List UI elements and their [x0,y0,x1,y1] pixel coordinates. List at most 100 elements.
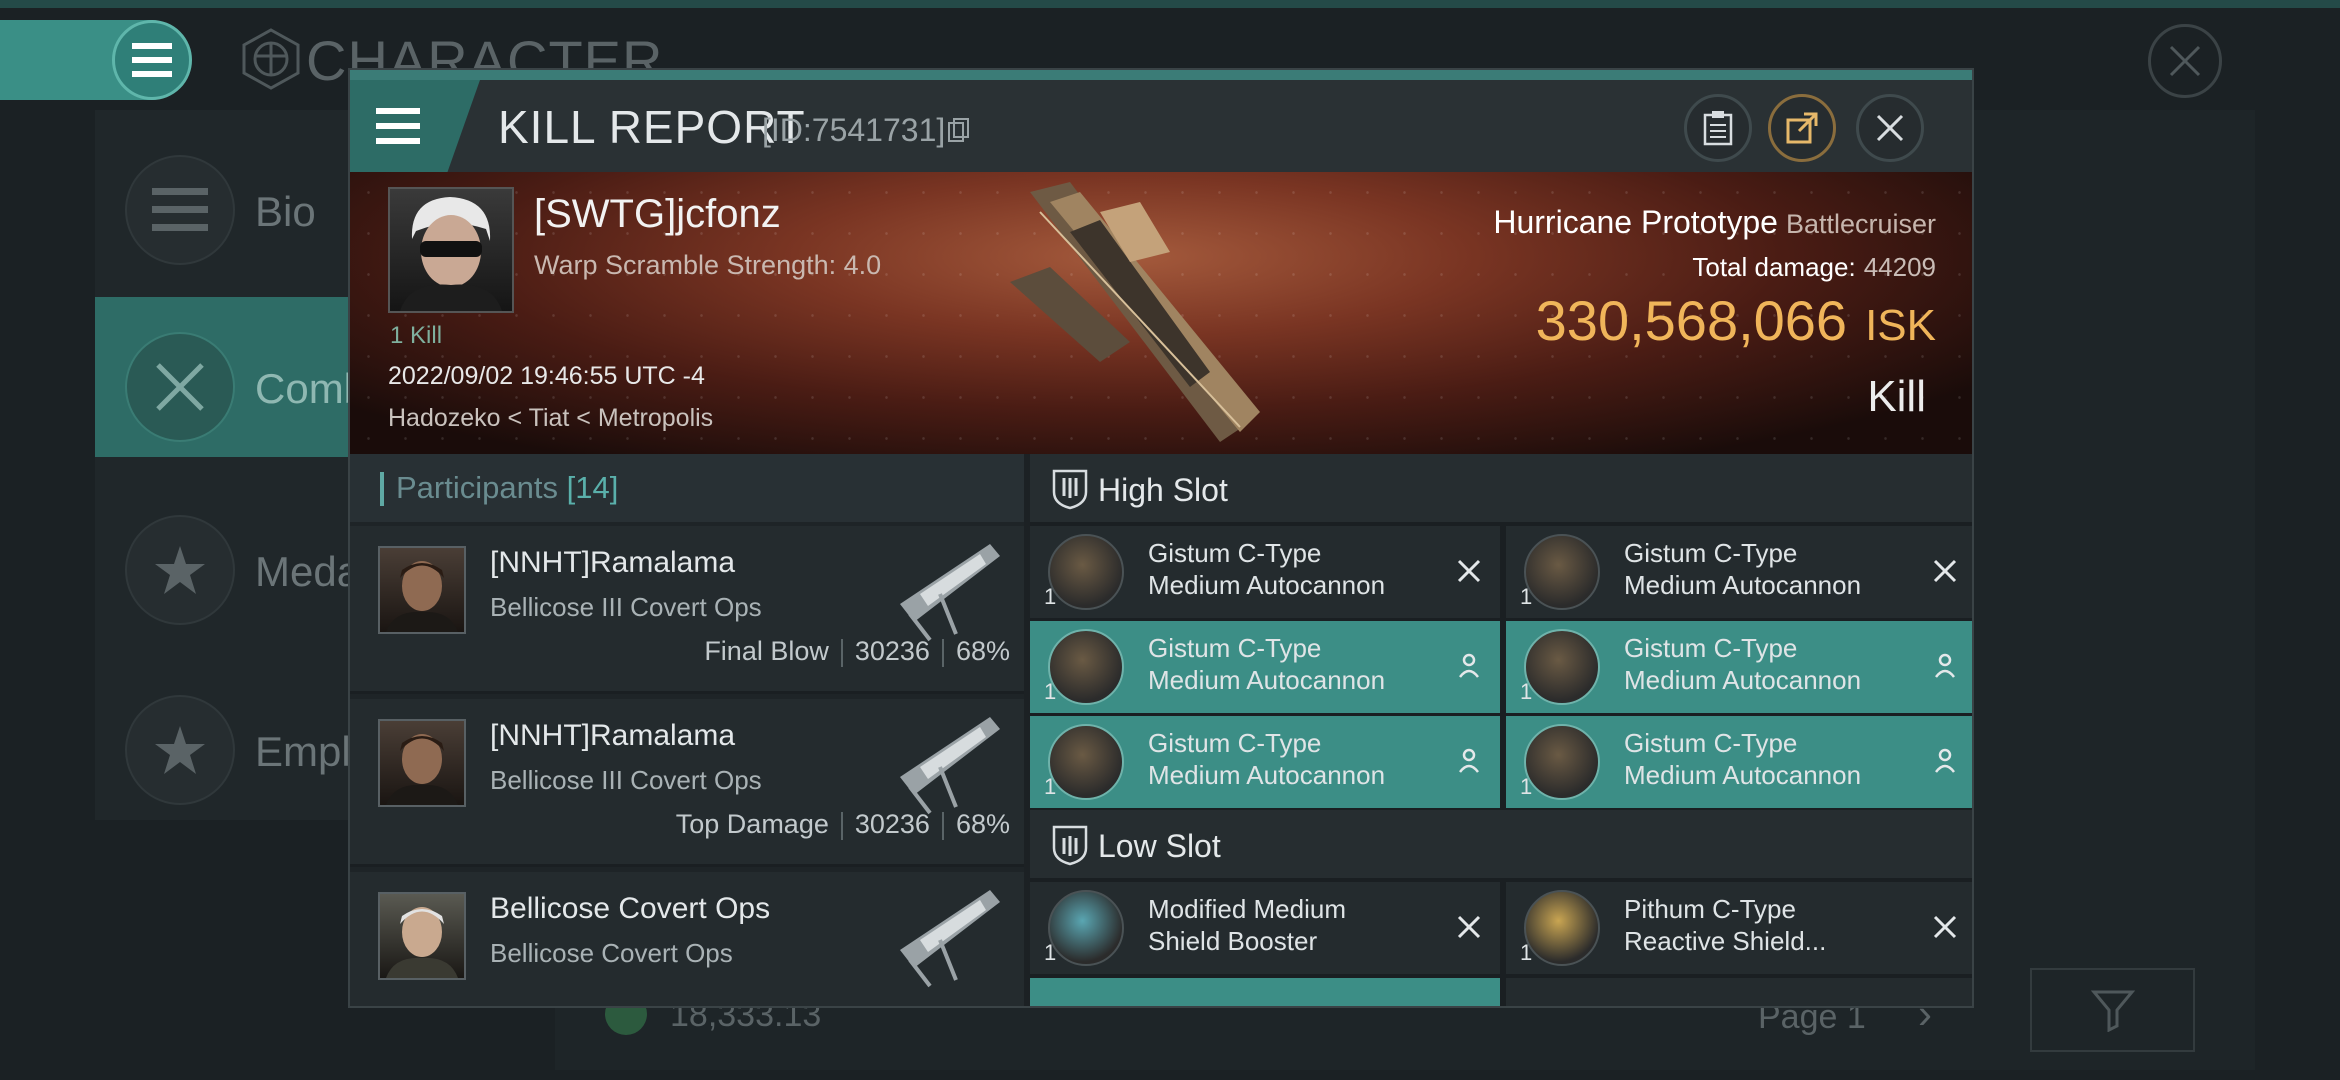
participant-name: Bellicose Covert Ops [490,892,771,925]
dropped-person-icon [1452,649,1486,683]
slot-item[interactable]: 1 Gistum C-Type Medium Autocannon [1030,526,1500,618]
item-quantity: 1 [1044,940,1057,965]
participant-role: Final Blow [704,636,829,666]
top-accent-line [0,0,2340,8]
result-label: Kill [1867,372,1926,421]
isk-amount: 330,568,066 [1535,289,1848,352]
destroyed-x-icon [1452,910,1486,944]
clipboard-button[interactable] [1684,94,1752,162]
filter-icon [2090,990,2135,1032]
slot-item-partial[interactable] [1506,978,1972,1006]
participant-stats: Top Damage 30236 68% [676,809,1010,840]
slot-item[interactable]: 1 Gistum C-Type Medium Autocannon [1506,621,1972,713]
participant-stats: Final Blow 30236 68% [704,636,1010,667]
nav-item-combat[interactable]: Combat [95,297,402,457]
item-name-line1: Gistum C-Type [1624,538,1798,568]
slot-item[interactable]: 1 Modified Medium Shield Booster [1030,882,1500,974]
item-quantity: 1 [1520,774,1533,799]
kill-report-id: [ID:7541731] [762,112,946,148]
list-icon [125,155,235,265]
isk-unit: ISK [1865,301,1936,350]
victim-portrait[interactable] [388,187,514,313]
item-name-line1: Gistum C-Type [1624,633,1798,663]
total-damage-value: 44209 [1863,252,1936,282]
isk-value: 330,568,066 ISK [1536,288,1936,353]
hamburger-icon [376,108,420,144]
item-name-line2: Medium Autocannon [1148,570,1386,600]
battlecruiser-ship-image[interactable] [1010,172,1280,452]
nav-item-employment[interactable]: Employment [95,660,488,820]
dialog-title: KILL REPORT [498,101,806,153]
participant-ship: Bellicose III Covert Ops [490,765,762,795]
divider [840,638,843,667]
divider [840,811,843,840]
autocannon-icon [1048,534,1124,610]
participant-name: [NNHT]Ramalama [490,719,736,752]
slot-item[interactable]: 1 Gistum C-Type Medium Autocannon [1506,526,1972,618]
slot-item[interactable]: 1 Gistum C-Type Medium Autocannon [1506,716,1972,808]
close-icon [1876,114,1904,142]
item-name-line1: Pithum C-Type [1624,894,1796,924]
slot-item[interactable]: 1 Pithum C-Type Reactive Shield... [1506,882,1972,974]
destroyed-x-icon [1928,554,1962,588]
item-quantity: 1 [1044,679,1057,704]
participant-avatar [378,892,466,980]
item-quantity: 1 [1520,584,1533,609]
total-damage: Total damage: 44209 [1692,252,1936,283]
star-badge-icon [125,515,235,625]
filter-button[interactable] [2030,968,2195,1052]
kill-timestamp: 2022/09/02 19:46:55 UTC -4 [388,362,705,390]
clipboard-icon [1703,111,1733,146]
nav-label: Bio [255,188,316,235]
item-name-line1: Gistum C-Type [1624,728,1798,758]
item-name-line1: Gistum C-Type [1148,728,1322,758]
close-icon [2169,45,2201,77]
item-name-line2: Medium Autocannon [1148,760,1386,790]
high-slot-title: High Slot [1098,472,1228,508]
item-quantity: 1 [1520,679,1533,704]
close-button[interactable] [1856,94,1924,162]
item-name-line1: Modified Medium [1148,894,1346,924]
background-menu-button[interactable] [112,20,192,100]
participant-row[interactable]: [NNHT]Ramalama Bellicose III Covert Ops … [350,699,1024,867]
kill-location[interactable]: Hadozeko < Tiat < Metropolis [388,404,713,433]
low-slot-title: Low Slot [1098,828,1221,864]
slot-item[interactable]: 1 Gistum C-Type Medium Autocannon [1030,621,1500,713]
participant-avatar [378,719,466,807]
share-button[interactable] [1768,94,1836,162]
participant-ship: Bellicose Covert Ops [490,938,733,968]
autocannon-icon [1524,534,1600,610]
item-name-line2: Medium Autocannon [1624,665,1862,695]
participants-accent-bar [380,472,384,506]
participants-panel: Participants [14] [NNHT]Ramalama Bellico… [350,454,1024,1006]
hamburger-icon [132,43,172,77]
dialog-header: KILL REPORT [ID:7541731] [350,80,1972,172]
background-close-button[interactable] [2148,24,2222,98]
dialog-menu-button[interactable] [350,80,480,172]
nav-item-medals[interactable]: Medals [95,480,390,640]
item-name-line2: Medium Autocannon [1624,570,1862,600]
participant-name: [NNHT]Ramalama [490,546,736,579]
share-icon [1786,112,1818,144]
fitting-panel: High Slot 1 Gistum C-Type Medium Autocann… [1030,454,1972,1006]
star-circle-icon [125,695,235,805]
frigate-ship-image [900,717,1000,815]
victim-banner: [SWTG]jcfonz Warp Scramble Strength: 4.0… [350,172,1972,454]
participant-row[interactable]: [NNHT]Ramalama Bellicose III Covert Ops … [350,526,1024,694]
victim-ship-title[interactable]: Hurricane Prototype Battlecruiser [1493,204,1936,241]
item-name-line2: Medium Autocannon [1148,665,1386,695]
destroyed-x-icon [1928,910,1962,944]
nav-item-bio[interactable]: Bio [95,120,360,280]
copy-icon[interactable] [948,118,970,142]
participant-row[interactable]: Bellicose Covert Ops Bellicose Covert Op… [350,872,1024,1006]
participant-damage: 30236 [854,809,930,839]
participants-title: Participants [14] [396,470,618,506]
victim-name[interactable]: [SWTG]jcfonz [534,192,781,237]
participant-ship: Bellicose III Covert Ops [490,592,762,622]
slot-item-partial[interactable] [1030,978,1500,1006]
victim-ship-name: Hurricane Prototype [1493,204,1778,240]
crossed-swords-icon [125,332,235,442]
total-damage-label: Total damage: [1692,252,1856,282]
slot-item[interactable]: 1 Gistum C-Type Medium Autocannon [1030,716,1500,808]
item-name-line2: Shield Booster [1148,926,1318,956]
